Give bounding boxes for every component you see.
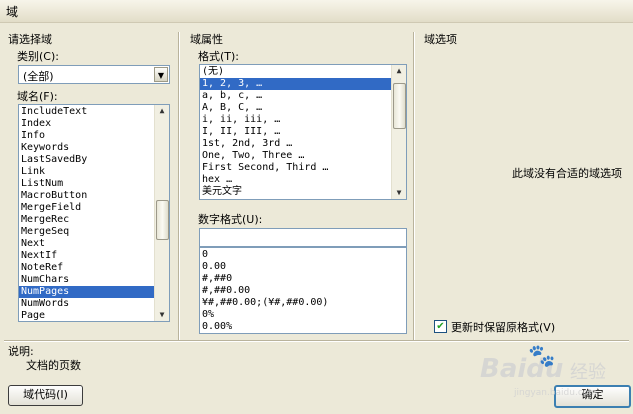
format-list-item[interactable]: a, b, c, … xyxy=(200,90,406,102)
field-list-item[interactable]: Info xyxy=(19,130,169,142)
field-list-item[interactable]: NumWords xyxy=(19,298,169,310)
scroll-down-icon[interactable]: ▼ xyxy=(392,187,406,199)
field-list-item[interactable]: MergeSeq xyxy=(19,226,169,238)
divider xyxy=(4,340,629,341)
field-list-item[interactable]: Next xyxy=(19,238,169,250)
field-properties-header: 域属性 xyxy=(190,33,223,46)
window-title: 域 xyxy=(6,5,19,19)
format-list-item[interactable]: hex … xyxy=(200,174,406,186)
field-list-item[interactable]: NumPages xyxy=(19,286,169,298)
number-format-list-item[interactable]: 0.00% xyxy=(200,321,406,333)
field-list-item[interactable]: ListNum xyxy=(19,178,169,190)
select-field-header: 请选择域 xyxy=(8,33,52,46)
field-list-item[interactable]: Link xyxy=(19,166,169,178)
preserve-format-checkbox[interactable]: ✔ xyxy=(434,320,447,333)
format-list-item[interactable]: 1, 2, 3, … xyxy=(200,78,406,90)
no-options-text: 此域没有合适的域选项 xyxy=(512,167,622,180)
field-options-header: 域选项 xyxy=(424,33,457,46)
field-list-item[interactable]: IncludeText xyxy=(19,106,169,118)
number-format-list-item[interactable]: #,##0 xyxy=(200,273,406,285)
checkmark-icon: ✔ xyxy=(436,321,445,332)
divider xyxy=(178,32,179,340)
preserve-format-label[interactable]: 更新时保留原格式(V) xyxy=(451,319,555,335)
format-list-item[interactable]: 1st, 2nd, 3rd … xyxy=(200,138,406,150)
field-name-list[interactable]: IncludeText Index Info Keywords LastSavedBy L… xyxy=(18,104,170,322)
field-list-item[interactable]: Index xyxy=(19,118,169,130)
format-label: 格式(T): xyxy=(198,50,240,63)
number-format-list-item[interactable]: 0.00 xyxy=(200,261,406,273)
watermark-suffix: 经验 xyxy=(570,362,606,383)
divider xyxy=(413,32,414,340)
format-list-item[interactable]: First Second, Third … xyxy=(200,162,406,174)
category-value: (全部) xyxy=(23,70,54,83)
format-list-item[interactable]: One, Two, Three … xyxy=(200,150,406,162)
title-bar: 域 xyxy=(0,0,633,23)
format-list[interactable]: (无) 1, 2, 3, … a, b, c, … A, B, C, … i, ii, … xyxy=(199,64,407,200)
format-list-item[interactable]: 美元文字 xyxy=(200,186,406,198)
baidu-watermark: Baidu 🐾 经验 jingyan.baidu.com xyxy=(478,344,628,404)
field-list-item[interactable]: NoteRef xyxy=(19,262,169,274)
chevron-down-icon[interactable]: ▼ xyxy=(154,67,168,82)
number-format-input[interactable] xyxy=(199,228,407,247)
field-list-scrollbar[interactable]: ▲ ▼ xyxy=(154,105,169,321)
format-list-item[interactable]: (无) xyxy=(200,66,406,78)
field-codes-button[interactable]: 域代码(I) xyxy=(8,385,83,406)
format-list-scrollbar[interactable]: ▲ ▼ xyxy=(391,65,406,199)
category-label: 类别(C): xyxy=(17,50,59,63)
field-list-item[interactable]: Keywords xyxy=(19,142,169,154)
scroll-up-icon[interactable]: ▲ xyxy=(392,65,406,77)
watermark-url: jingyan.baidu.com xyxy=(514,388,598,398)
number-format-list-item[interactable]: 0 xyxy=(200,249,406,261)
field-list-item[interactable]: MacroButton xyxy=(19,190,169,202)
number-format-list-item[interactable]: #,##0.00 xyxy=(200,285,406,297)
paw-icon: 🐾 xyxy=(528,344,556,369)
field-list-item[interactable]: MergeRec xyxy=(19,214,169,226)
description-text: 文档的页数 xyxy=(26,359,81,372)
field-list-item[interactable]: NextIf xyxy=(19,250,169,262)
category-dropdown[interactable]: (全部) ▼ xyxy=(18,65,170,84)
field-list-item[interactable]: MergeField xyxy=(19,202,169,214)
field-list-item[interactable]: NumChars xyxy=(19,274,169,286)
number-format-list[interactable]: 0 0.00 #,##0 #,##0.00 ¥#,##0.00;(¥#,##0.00) 0… xyxy=(199,247,407,334)
scroll-thumb[interactable] xyxy=(393,83,406,129)
format-list-item[interactable]: A, B, C, … xyxy=(200,102,406,114)
field-list-item[interactable]: LastSavedBy xyxy=(19,154,169,166)
number-format-label: 数字格式(U): xyxy=(198,213,263,226)
field-list-item[interactable]: Page xyxy=(19,310,169,321)
scroll-up-icon[interactable]: ▲ xyxy=(155,105,169,117)
scroll-thumb[interactable] xyxy=(156,200,169,240)
format-list-item[interactable]: i, ii, iii, … xyxy=(200,114,406,126)
format-list-item[interactable]: I, II, III, … xyxy=(200,126,406,138)
field-name-label: 域名(F): xyxy=(17,90,58,103)
number-format-list-item[interactable]: ¥#,##0.00;(¥#,##0.00) xyxy=(200,297,406,309)
number-format-list-item[interactable]: 0% xyxy=(200,309,406,321)
scroll-down-icon[interactable]: ▼ xyxy=(155,309,169,321)
